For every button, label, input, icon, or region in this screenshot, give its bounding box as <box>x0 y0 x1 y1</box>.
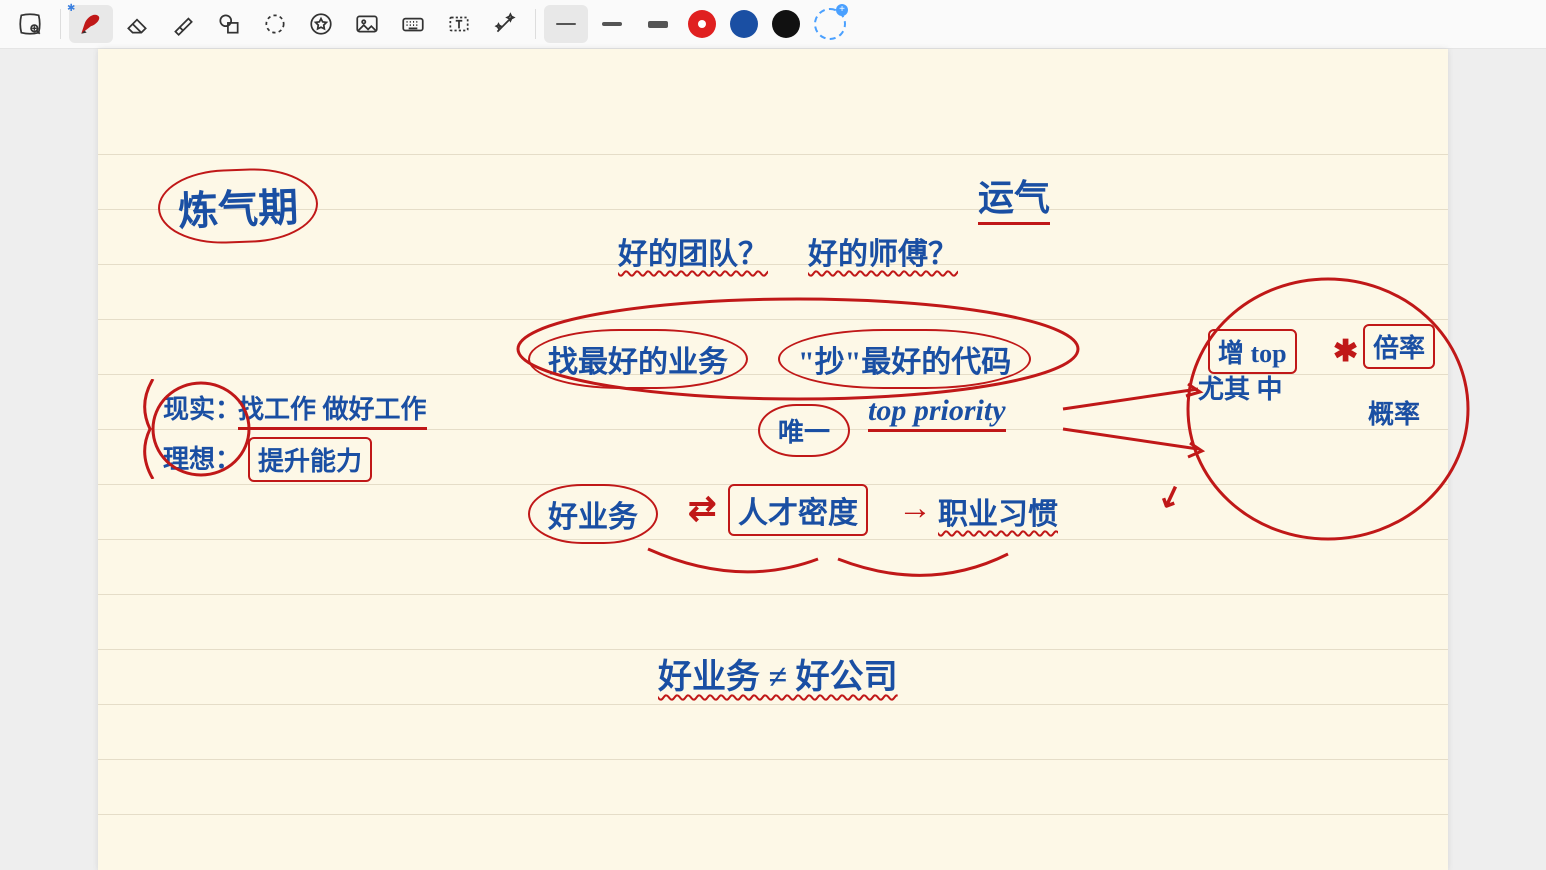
hw-side-bottom: 尤其 中 <box>1198 369 1283 406</box>
hw-luck: 运气 <box>978 169 1050 225</box>
stroke-thick[interactable] <box>636 5 680 43</box>
highlighter-icon[interactable] <box>161 5 205 43</box>
stroke-thin[interactable] <box>544 5 588 43</box>
oval-annotation-icon <box>508 289 1088 409</box>
arrow-icon: ⇄ <box>688 489 717 529</box>
toolbar: ✱ <box>0 0 1546 49</box>
bluetooth-badge-icon: ✱ <box>67 3 75 14</box>
shape-icon[interactable] <box>207 5 251 43</box>
left-oval-icon <box>146 379 256 479</box>
text-box-icon[interactable] <box>437 5 481 43</box>
note-page[interactable]: 炼气期 运气 好的团队？ 好的师傅？ 找最好的业务 "抄"最好的代码 唯一 to… <box>98 49 1448 870</box>
hw-side-top: 增 top <box>1208 329 1297 374</box>
image-icon[interactable] <box>345 5 389 43</box>
hw-ideal-val: 提升能力 <box>248 437 372 482</box>
asterisk-icon: ✱ <box>1333 334 1358 369</box>
hw-career-habit: 职业习惯 <box>938 489 1058 533</box>
pen-icon[interactable]: ✱ <box>69 5 113 43</box>
add-color-icon[interactable] <box>814 8 846 40</box>
brace-icon <box>138 379 158 479</box>
stroke-med[interactable] <box>590 5 634 43</box>
hw-talent-density: 人才密度 <box>728 484 868 536</box>
divider <box>535 9 536 39</box>
canvas-area[interactable]: 炼气期 运气 好的团队？ 好的师傅？ 找最好的业务 "抄"最好的代码 唯一 to… <box>0 49 1546 870</box>
divider <box>60 9 61 39</box>
keyboard-icon[interactable] <box>391 5 435 43</box>
hw-q-team: 好的团队？ <box>618 229 768 273</box>
curve-arrow-icon <box>638 539 1018 599</box>
hw-reality-val: 找工作 做好工作 <box>238 389 427 430</box>
right-cloud-icon <box>1178 269 1478 549</box>
hw-side-right-b: 概率 <box>1368 394 1420 431</box>
hw-bottom: 好业务 ≠ 好公司 <box>658 649 898 698</box>
hw-only: 唯一 <box>758 404 850 457</box>
magic-icon[interactable] <box>483 5 527 43</box>
hw-side-right-a: 倍率 <box>1363 324 1435 369</box>
hw-good-biz: 好业务 <box>528 484 658 544</box>
color-red[interactable] <box>688 10 716 38</box>
arrow-icon: → <box>898 489 932 528</box>
zoom-note-icon[interactable] <box>8 5 52 43</box>
hw-q-mentor: 好的师傅？ <box>808 229 958 273</box>
color-black[interactable] <box>772 10 800 38</box>
eraser-icon[interactable] <box>115 5 159 43</box>
lasso-icon[interactable] <box>253 5 297 43</box>
favorite-icon[interactable] <box>299 5 343 43</box>
color-blue[interactable] <box>730 10 758 38</box>
hw-top-priority: top priority <box>868 394 1006 432</box>
